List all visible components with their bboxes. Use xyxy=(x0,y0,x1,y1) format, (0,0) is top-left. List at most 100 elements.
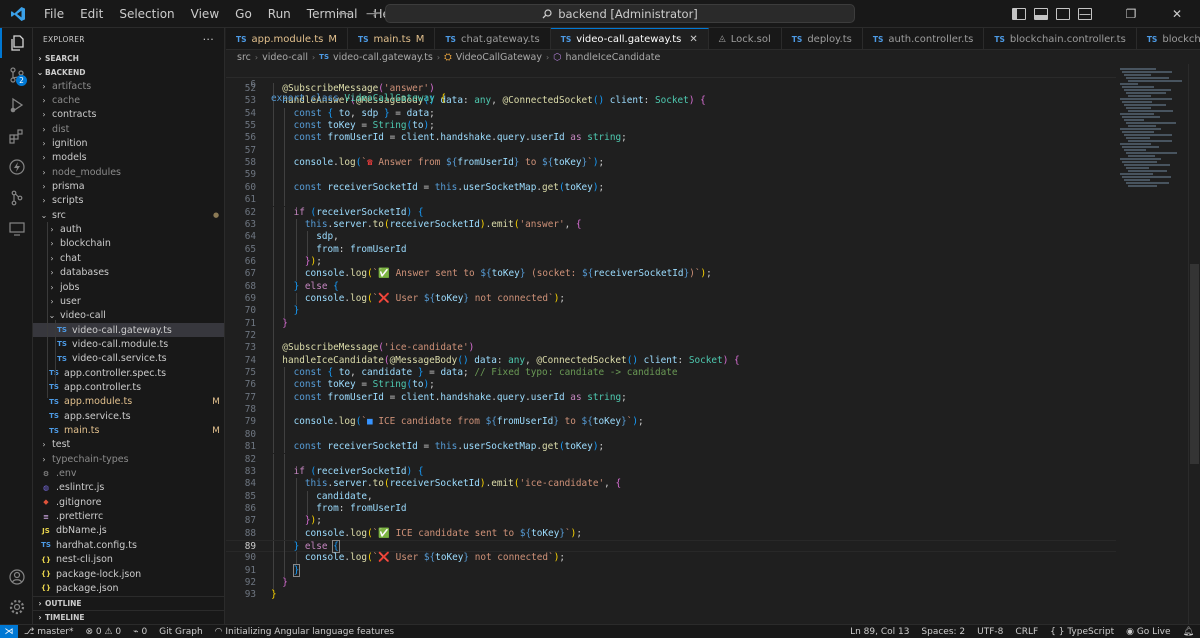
file-package-lock-json[interactable]: {} package-lock.json xyxy=(33,567,224,581)
breadcrumb-item[interactable]: handleIceCandidate xyxy=(566,52,661,63)
code-editor[interactable]: 52 @SubscribeMessage('answer') 53 handleAns… xyxy=(226,64,1200,624)
close-tab-icon[interactable]: ✕ xyxy=(689,34,697,45)
file-app-controller-spec-ts[interactable]: TS app.controller.spec.ts xyxy=(33,366,224,380)
tab-video-call-gateway-ts[interactable]: TS video-call.gateway.ts ✕ xyxy=(550,28,709,49)
source-control-icon[interactable]: 2 xyxy=(0,60,33,90)
menu-item-file[interactable]: File xyxy=(36,0,72,28)
cursor-position[interactable]: Ln 89, Col 13 xyxy=(844,627,915,637)
more-actions-icon[interactable]: ··· xyxy=(203,33,214,46)
file-nest-cli-json[interactable]: {} nest-cli.json xyxy=(33,553,224,567)
line-ending[interactable]: CRLF xyxy=(1009,627,1044,637)
close-window-icon[interactable]: ✕ xyxy=(1154,0,1200,28)
tree-item-label: blockchain xyxy=(60,238,111,250)
minimize-icon[interactable]: — xyxy=(1062,0,1108,28)
file-app-module-ts[interactable]: TS app.module.ts M xyxy=(33,395,224,409)
tab-auth-controller-ts[interactable]: TS auth.controller.ts xyxy=(863,28,985,49)
folder-node-modules[interactable]: › node_modules xyxy=(33,165,224,179)
file-video-call-gateway-ts[interactable]: TS video-call.gateway.ts xyxy=(33,322,224,338)
git-graph-button[interactable]: Git Graph xyxy=(153,627,208,637)
file--eslintrc-js[interactable]: ◍ .eslintrc.js xyxy=(33,481,224,495)
scrollbar-thumb[interactable] xyxy=(1190,264,1199,464)
tab-deploy-ts[interactable]: TS deploy.ts xyxy=(782,28,863,49)
tab-chat-gateway-ts[interactable]: TS chat.gateway.ts xyxy=(435,28,551,49)
tree-item-label: .env xyxy=(56,468,77,480)
folder-chat[interactable]: › chat xyxy=(33,251,224,265)
toggle-panel-icon[interactable] xyxy=(1034,8,1048,20)
search-section-header[interactable]: › SEARCH xyxy=(33,51,224,65)
explorer-icon[interactable] xyxy=(0,28,33,58)
breadcrumb-item[interactable]: video-call.gateway.ts xyxy=(333,52,433,63)
folder-dist[interactable]: › dist xyxy=(33,122,224,136)
run-debug-icon[interactable] xyxy=(0,90,33,120)
remote-indicator-icon[interactable]: ⋊ xyxy=(0,624,18,638)
file-package-json[interactable]: {} package.json xyxy=(33,581,224,595)
go-live-button[interactable]: ◉ Go Live xyxy=(1120,627,1176,637)
file-hardhat-config-ts[interactable]: TS hardhat.config.ts xyxy=(33,538,224,552)
file-main-ts[interactable]: TS main.ts M xyxy=(33,423,224,437)
forward-arrow-icon[interactable]: → xyxy=(366,6,378,22)
folder-cache[interactable]: › cache xyxy=(33,93,224,107)
menu-item-run[interactable]: Run xyxy=(260,0,299,28)
tab-blockchain-service-ts[interactable]: TS blockchain.service.ts xyxy=(1137,28,1200,49)
back-arrow-icon[interactable]: ← xyxy=(338,6,350,22)
language-mode[interactable]: { } TypeScript xyxy=(1044,627,1120,637)
ts-file-icon: TS xyxy=(560,35,572,44)
outline-section-header[interactable]: › OUTLINE xyxy=(33,596,224,610)
breadcrumb-item[interactable]: src xyxy=(237,52,251,63)
manage-gear-icon[interactable] xyxy=(0,592,33,622)
folder-user[interactable]: › user xyxy=(33,294,224,308)
folder-prisma[interactable]: › prisma xyxy=(33,179,224,193)
minimap[interactable] xyxy=(1116,64,1186,204)
folder-databases[interactable]: › databases xyxy=(33,266,224,280)
folder-test[interactable]: › test xyxy=(33,438,224,452)
file-app-service-ts[interactable]: TS app.service.ts xyxy=(33,409,224,423)
folder-jobs[interactable]: › jobs xyxy=(33,280,224,294)
tab-blockchain-controller-ts[interactable]: TS blockchain.controller.ts xyxy=(984,28,1137,49)
accounts-icon[interactable] xyxy=(0,562,33,592)
file--prettierrc[interactable]: ≡ .prettierrc xyxy=(33,510,224,524)
command-center-search[interactable]: backend [Administrator] xyxy=(385,4,855,23)
timeline-section-header[interactable]: › TIMELINE xyxy=(33,610,224,624)
project-section-header[interactable]: ⌄ BACKEND xyxy=(33,65,224,79)
folder-src[interactable]: ⌄ src ● xyxy=(33,208,224,222)
file--gitignore[interactable]: ◆ .gitignore xyxy=(33,495,224,509)
restore-icon[interactable]: ❐ xyxy=(1108,0,1154,28)
folder-contracts[interactable]: › contracts xyxy=(33,108,224,122)
remote-explorer-icon[interactable] xyxy=(0,214,33,244)
folder-scripts[interactable]: › scripts xyxy=(33,194,224,208)
title-bar: FileEditSelectionViewGoRunTerminalHelp ←… xyxy=(0,0,1200,28)
folder-ignition[interactable]: › ignition xyxy=(33,136,224,150)
toggle-primary-sidebar-icon[interactable] xyxy=(1012,8,1026,20)
folder-models[interactable]: › models xyxy=(33,151,224,165)
folder-video-call[interactable]: ⌄ video-call xyxy=(33,309,224,323)
indentation[interactable]: Spaces: 2 xyxy=(915,627,971,637)
file-video-call-module-ts[interactable]: TS video-call.module.ts xyxy=(33,337,224,351)
folder-artifacts[interactable]: › artifacts xyxy=(33,79,224,93)
folder-auth[interactable]: › auth xyxy=(33,223,224,237)
thunder-client-icon[interactable] xyxy=(0,152,33,182)
tab-main-ts[interactable]: TS main.ts M xyxy=(348,28,436,49)
breadcrumb-item[interactable]: VideoCallGateway xyxy=(456,52,542,63)
folder-typechain-types[interactable]: › typechain-types xyxy=(33,452,224,466)
menu-item-go[interactable]: Go xyxy=(227,0,260,28)
encoding[interactable]: UTF-8 xyxy=(971,627,1009,637)
file-dbname-js[interactable]: JS dbName.js xyxy=(33,524,224,538)
menu-item-edit[interactable]: Edit xyxy=(72,0,111,28)
breadcrumb-item[interactable]: video-call xyxy=(262,52,308,63)
folder-blockchain[interactable]: › blockchain xyxy=(33,237,224,251)
indent-guide xyxy=(284,206,286,219)
git-graph-icon[interactable] xyxy=(0,183,33,213)
problems-indicator[interactable]: ⊗ 0 ⚠ 0 xyxy=(79,627,127,637)
ports-indicator[interactable]: ⌁ 0 xyxy=(127,627,153,637)
menu-item-view[interactable]: View xyxy=(183,0,227,28)
file--env[interactable]: ⚙ .env xyxy=(33,466,224,480)
tab-app-module-ts[interactable]: TS app.module.ts M xyxy=(226,28,348,49)
extensions-icon[interactable] xyxy=(0,121,33,151)
branch-indicator[interactable]: ⎇ master* xyxy=(18,627,79,637)
sticky-scroll-header[interactable]: 6 export class VideoCallGateway { xyxy=(226,64,1116,104)
file-video-call-service-ts[interactable]: TS video-call.service.ts xyxy=(33,352,224,366)
tab-lock-sol[interactable]: ◬ Lock.sol xyxy=(709,28,782,49)
file-app-controller-ts[interactable]: TS app.controller.ts xyxy=(33,380,224,394)
menu-item-selection[interactable]: Selection xyxy=(111,0,182,28)
notifications-bell-icon[interactable]: 🔔︎ xyxy=(1177,627,1200,637)
